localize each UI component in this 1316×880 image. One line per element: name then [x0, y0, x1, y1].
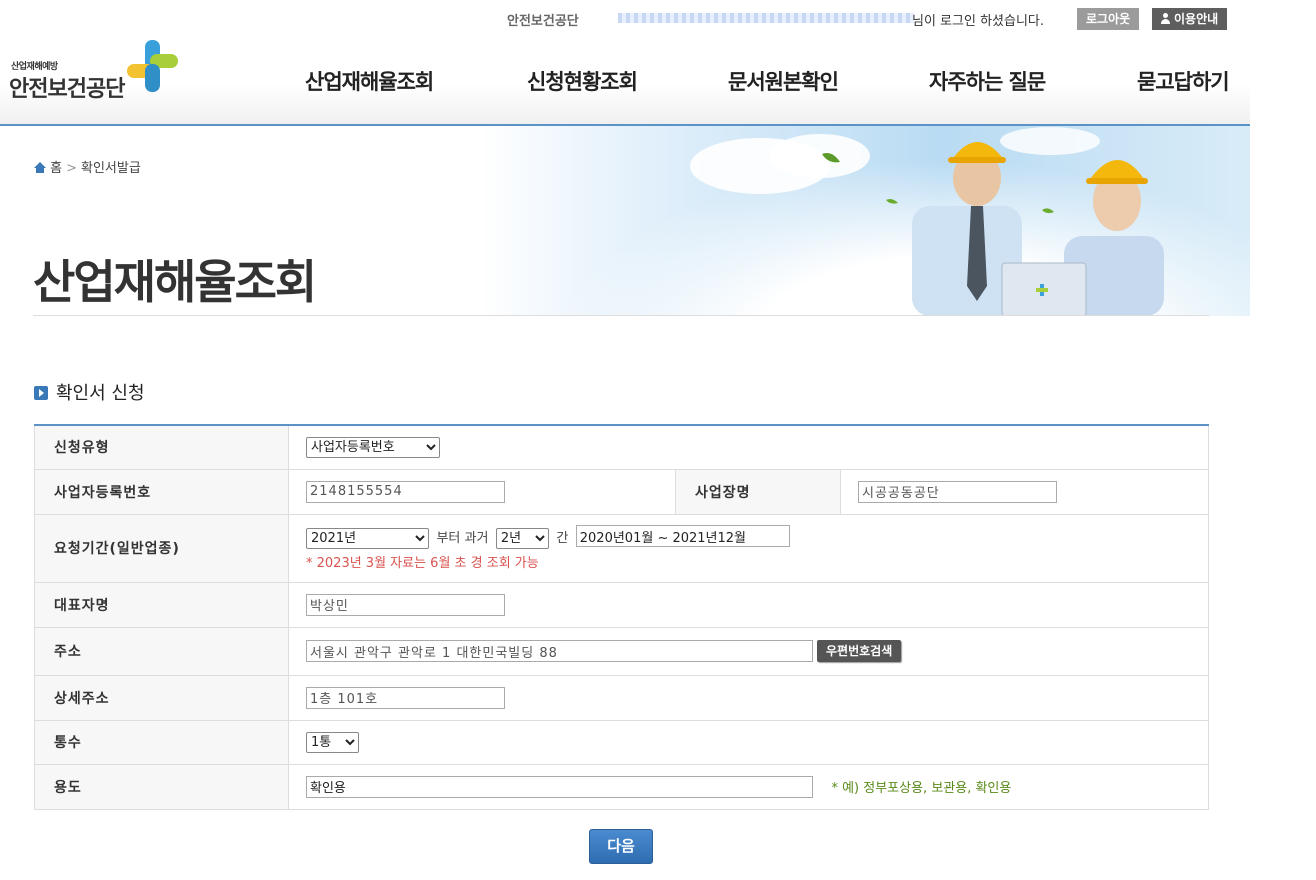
row-period: 요청기간(일반업종) 2021년 부터 과거 2년 간 * 2023년 3월 자…	[34, 513, 1209, 583]
period-from-text: 부터 과거	[436, 530, 489, 546]
guide-button-label: 이용안내	[1174, 12, 1219, 26]
section-title: 확인서 신청	[34, 379, 145, 405]
logo-cross-icon	[127, 40, 178, 92]
biz-name-input[interactable]	[858, 480, 1057, 503]
rep-name-input[interactable]	[306, 593, 505, 616]
section-bullet-icon	[34, 386, 48, 400]
detail-address-input[interactable]	[306, 686, 505, 709]
label-period: 요청기간(일반업종)	[34, 513, 289, 583]
page-title: 산업재해율조회	[33, 255, 317, 309]
purpose-note: * 예) 정부포상용, 보관용, 확인용	[831, 781, 1012, 796]
row-copies: 통수 1통	[34, 719, 1209, 765]
site-logo[interactable]: 산업재해예방 안전보건공단	[9, 40, 189, 102]
breadcrumb: 홈 > 확인서발급	[34, 157, 141, 176]
top-utility-bar: 안전보건공단 님이 로그인 하셨습니다. 로그아웃 이용안내	[0, 0, 1250, 36]
site-header: 산업재해예방 안전보건공단 산업재해율조회 신청현황조회 문서원본확인 자주하는…	[0, 36, 1250, 126]
row-address: 주소 우편번호검색	[34, 626, 1209, 676]
nav-item-application-status[interactable]: 신청현황조회	[527, 66, 638, 96]
zip-search-button[interactable]: 우편번호검색	[817, 640, 902, 662]
period-range-field[interactable]	[575, 525, 790, 548]
period-gan-text: 간	[556, 530, 569, 546]
label-copies: 통수	[34, 719, 289, 765]
period-note: * 2023년 3월 자료는 6월 초 경 조회 가능	[306, 555, 539, 571]
breadcrumb-home[interactable]: 홈	[50, 161, 62, 176]
guide-button[interactable]: 이용안내	[1152, 8, 1228, 30]
next-button[interactable]: 다음	[589, 829, 653, 864]
purpose-input[interactable]	[306, 775, 813, 798]
nav-item-industrial-accident-rate[interactable]: 산업재해율조회	[305, 66, 434, 96]
label-rep-name: 대표자명	[34, 581, 289, 628]
years-back-select[interactable]: 2년	[495, 527, 549, 549]
nav-item-faq[interactable]: 자주하는 질문	[929, 66, 1046, 96]
label-address: 주소	[34, 626, 289, 676]
title-divider	[33, 315, 1209, 316]
row-biz-no: 사업자등록번호 사업장명	[34, 468, 1209, 515]
label-biz-no: 사업자등록번호	[34, 468, 289, 515]
address-input[interactable]	[306, 640, 813, 662]
home-icon[interactable]	[34, 162, 46, 173]
breadcrumb-current: 확인서발급	[81, 161, 141, 176]
label-apply-type: 신청유형	[34, 424, 289, 470]
apply-type-select[interactable]: 사업자등록번호	[306, 436, 440, 458]
nav-item-qna[interactable]: 묻고답하기	[1137, 66, 1230, 96]
top-org-name: 안전보건공단	[507, 14, 579, 29]
row-detail-address: 상세주소	[34, 674, 1209, 721]
chevron-right-icon: >	[66, 161, 78, 176]
user-icon	[1161, 13, 1170, 24]
nav-item-document-verify[interactable]: 문서원본확인	[728, 66, 839, 96]
row-purpose: 용도 * 예) 정부포상용, 보관용, 확인용	[34, 763, 1209, 810]
section-title-text: 확인서 신청	[56, 383, 145, 404]
logo-title: 안전보건공단	[9, 77, 125, 102]
logout-button[interactable]: 로그아웃	[1077, 8, 1140, 30]
user-name-masked	[618, 13, 914, 23]
copies-select[interactable]: 1통	[306, 731, 359, 753]
biz-no-input[interactable]	[306, 480, 505, 503]
row-rep-name: 대표자명	[34, 581, 1209, 628]
year-select[interactable]: 2021년	[306, 527, 429, 549]
row-apply-type: 신청유형 사업자등록번호	[34, 424, 1209, 470]
label-detail-address: 상세주소	[34, 674, 289, 721]
label-biz-name: 사업장명	[675, 468, 841, 515]
application-form: 신청유형 사업자등록번호 사업자등록번호 사업장명 요청기간(일반업종) 202…	[34, 424, 1209, 810]
label-purpose: 용도	[34, 763, 289, 810]
login-greeting: 님이 로그인 하셨습니다.	[912, 14, 1044, 29]
